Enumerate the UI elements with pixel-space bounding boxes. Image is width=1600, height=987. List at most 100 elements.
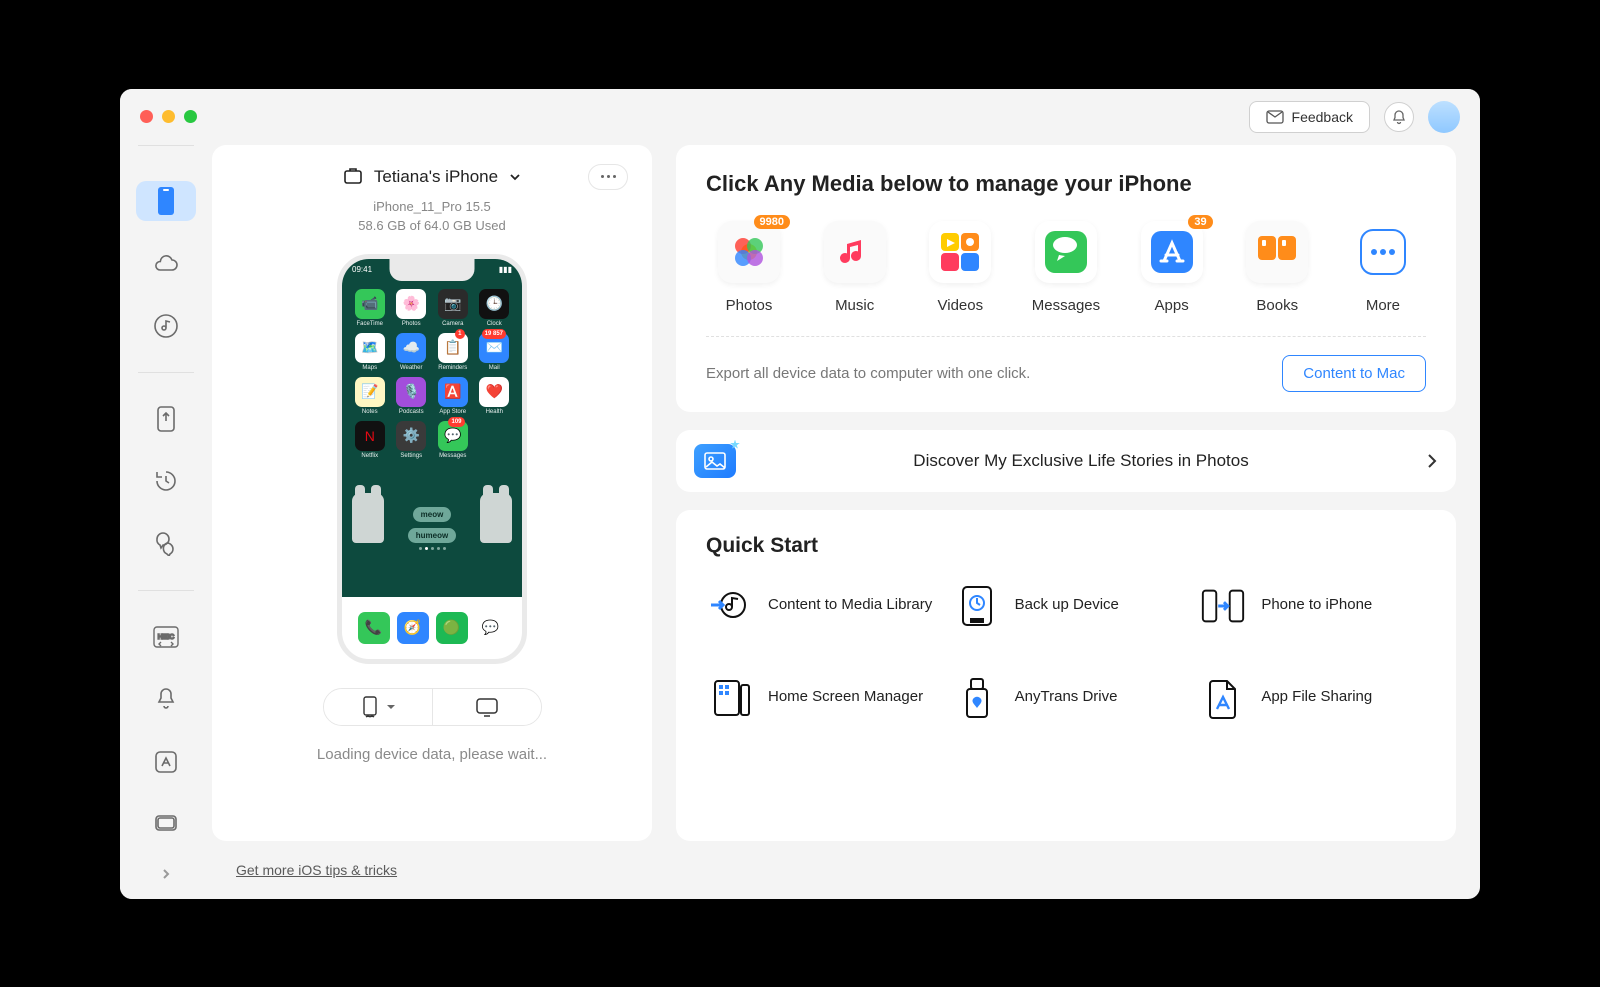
device-mirror-button[interactable]: [433, 689, 541, 725]
maximize-window-button[interactable]: [184, 110, 197, 123]
phone-page-dots: [352, 547, 512, 550]
phone-screen: 📹FaceTime🌸Photos📷Camera🕒Clock 🗺️Maps☁️We…: [342, 281, 522, 597]
sidebar-item-mirror[interactable]: [136, 804, 196, 844]
minimize-window-button[interactable]: [162, 110, 175, 123]
device-action-bar: [323, 688, 542, 726]
phone-app-label: Maps: [362, 365, 377, 371]
discover-promo[interactable]: Discover My Exclusive Life Stories in Ph…: [676, 430, 1456, 492]
photos-icon: 9980: [718, 221, 780, 283]
quick-start-phone-to-iphone[interactable]: Phone to iPhone: [1199, 582, 1426, 630]
media-panel: Click Any Media below to manage your iPh…: [676, 145, 1456, 412]
sidebar-item-history[interactable]: [136, 461, 196, 501]
phone-app: ☁️Weather: [394, 333, 430, 371]
chevron-right-icon: [159, 867, 173, 881]
sidebar-item-device[interactable]: [136, 181, 196, 221]
phone-app: 📹FaceTime: [352, 289, 388, 327]
messages-icon: [1035, 221, 1097, 283]
more-icon: [1352, 221, 1414, 283]
sidebar-collapse-button[interactable]: [159, 867, 173, 881]
notifications-button[interactable]: [1384, 102, 1414, 132]
media-item-apps[interactable]: 39Apps: [1129, 221, 1215, 314]
export-text: Export all device data to computer with …: [706, 365, 1030, 382]
chat-icon: [153, 532, 179, 556]
quick-start-heading: Quick Start: [706, 534, 1426, 558]
phone-app-label: Reminders: [438, 365, 467, 371]
phone-app: ✉️Mail19 857: [477, 333, 513, 371]
sidebar-item-transfer[interactable]: [136, 399, 196, 439]
chevron-right-icon: [1426, 452, 1438, 470]
quick-start-anytrans-drive[interactable]: AnyTrans Drive: [953, 674, 1180, 722]
videos-icon: [929, 221, 991, 283]
sidebar-item-appstore[interactable]: [136, 742, 196, 782]
media-item-label: Photos: [726, 297, 773, 314]
quick-start-label: Back up Device: [1015, 595, 1119, 615]
window-controls: [140, 110, 197, 123]
phone-app-icon: 📹: [355, 289, 385, 319]
media-heading: Click Any Media below to manage your iPh…: [706, 171, 1426, 197]
quick-start-icon: [1199, 582, 1247, 630]
device-screenshot-button[interactable]: [324, 689, 432, 725]
phone-app-label: Clock: [487, 321, 502, 327]
phone-time: 09:41: [352, 265, 372, 274]
device-more-button[interactable]: [588, 164, 628, 190]
phone-dock-app: 🧭: [397, 612, 429, 644]
sidebar: HEIC: [120, 145, 212, 899]
quick-start-icon: [706, 674, 754, 722]
phone-app-badge: 19 857: [482, 329, 506, 339]
quick-start-label: Content to Media Library: [768, 595, 932, 615]
device-dropdown-button[interactable]: [508, 172, 522, 182]
phone-wallpaper-cat: [352, 493, 384, 543]
screen-mirror-icon: [154, 814, 178, 834]
sidebar-item-heic[interactable]: HEIC: [136, 617, 196, 657]
monitor-icon: [475, 697, 499, 717]
quick-start-back-up-device[interactable]: Back up Device: [953, 582, 1180, 630]
phone-app-label: Netflix: [361, 453, 378, 459]
sidebar-item-social[interactable]: [136, 524, 196, 564]
media-item-messages[interactable]: Messages: [1023, 221, 1109, 314]
phone-app-icon: 📝: [355, 377, 385, 407]
phone-app-label: Notes: [362, 409, 378, 415]
device-storage: 58.6 GB of 64.0 GB Used: [358, 216, 505, 236]
phone-app: 📝 Notes: [352, 377, 388, 415]
phone-app-label: App Store: [439, 409, 466, 415]
phone-app: N Netflix: [352, 421, 388, 459]
media-item-music[interactable]: Music: [812, 221, 898, 314]
sidebar-separator: [138, 372, 194, 373]
footer-tips-link[interactable]: Get more iOS tips & tricks: [236, 862, 397, 878]
sidebar-item-ringtone[interactable]: [136, 679, 196, 719]
close-window-button[interactable]: [140, 110, 153, 123]
media-badge: 9980: [754, 215, 790, 229]
quick-start-app-file-sharing[interactable]: App File Sharing: [1199, 674, 1426, 722]
media-item-more[interactable]: More: [1340, 221, 1426, 314]
media-item-label: Apps: [1155, 297, 1189, 314]
quick-start-icon: [706, 582, 754, 630]
appstore-icon: [154, 750, 178, 774]
phone-cut-icon: [360, 695, 380, 719]
phone-app-label: Weather: [400, 365, 423, 371]
quick-start-panel: Quick Start Content to Media Library Back…: [676, 510, 1456, 841]
media-item-photos[interactable]: 9980 Photos: [706, 221, 792, 314]
phone-app-label: Settings: [400, 453, 422, 459]
quick-start-home-screen-manager[interactable]: Home Screen Manager: [706, 674, 933, 722]
media-item-books[interactable]: Books: [1234, 221, 1320, 314]
phone-app: 🎙️Podcasts: [394, 377, 430, 415]
media-item-videos[interactable]: Videos: [917, 221, 1003, 314]
content-to-mac-button[interactable]: Content to Mac: [1282, 355, 1426, 392]
sidebar-item-cloud[interactable]: [136, 243, 196, 283]
sidebar-item-media[interactable]: [136, 305, 196, 345]
phone-app-icon: N: [355, 421, 385, 451]
quick-start-icon: [953, 674, 1001, 722]
music-note-icon: [153, 313, 179, 339]
feedback-label: Feedback: [1292, 109, 1353, 125]
phone-app: 🕒Clock: [477, 289, 513, 327]
phone-app-label: Messages: [439, 453, 466, 459]
phone-app-icon: 🅰️: [438, 377, 468, 407]
quick-start-content-to-media-library[interactable]: Content to Media Library: [706, 582, 933, 630]
quick-start-icon: [1199, 674, 1247, 722]
app-window: Feedback: [120, 89, 1480, 899]
phone-dock: 📞🧭🟢💬: [348, 603, 516, 653]
phone-app-label: Photos: [402, 321, 421, 327]
history-icon: [153, 468, 179, 494]
feedback-button[interactable]: Feedback: [1249, 101, 1370, 133]
avatar-button[interactable]: [1428, 101, 1460, 133]
